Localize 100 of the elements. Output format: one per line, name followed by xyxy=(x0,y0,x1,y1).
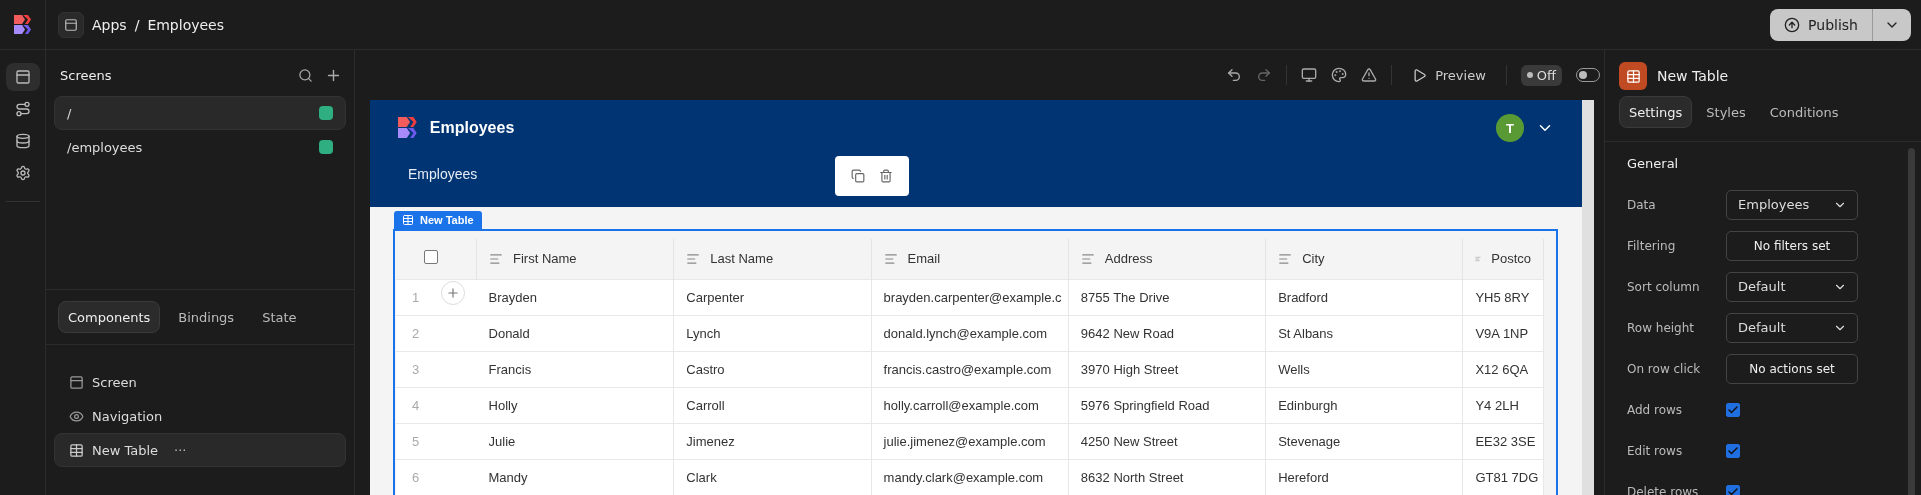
field-label: Data xyxy=(1627,197,1657,212)
field-label: Row height xyxy=(1627,320,1696,335)
preview-button[interactable]: Preview xyxy=(1406,66,1492,84)
field-label: Filtering xyxy=(1627,238,1677,253)
sidebar-nav-button[interactable] xyxy=(5,63,40,91)
table-cell: 9642 New Road xyxy=(1068,315,1266,351)
route-icon xyxy=(14,101,31,117)
table-cell: holly.carroll@example.com xyxy=(871,387,1069,423)
row-number: 6 xyxy=(396,459,477,495)
warning-icon[interactable] xyxy=(1361,67,1378,83)
text-column-icon xyxy=(489,251,503,266)
field-label: Edit rows xyxy=(1627,443,1684,458)
column-header[interactable]: Email xyxy=(871,239,1069,279)
column-header[interactable]: City xyxy=(1265,239,1463,279)
logo-icon xyxy=(398,117,418,139)
table-cell: Wells xyxy=(1265,351,1463,387)
table-cell: 4250 New Street xyxy=(1068,423,1266,459)
state-label: Off xyxy=(1536,67,1556,83)
column-header[interactable]: Postco xyxy=(1462,239,1544,279)
eye-icon xyxy=(69,408,84,424)
table-cell: Castro xyxy=(673,351,872,387)
checkbox[interactable] xyxy=(1726,484,1740,495)
table-cell: Mandy xyxy=(476,459,674,495)
select-all-checkbox[interactable] xyxy=(424,250,438,265)
table-cell: Julie xyxy=(476,423,674,459)
palette-icon[interactable] xyxy=(1331,67,1348,83)
search-icon[interactable] xyxy=(298,67,313,83)
table-cell: St Albans xyxy=(1265,315,1463,351)
table-cell: francis.castro@example.com xyxy=(871,351,1069,387)
component-tag: New Table xyxy=(394,211,482,229)
field-label: Sort column xyxy=(1627,279,1701,294)
table-cell: Francis xyxy=(476,351,674,387)
table-cell: Donald xyxy=(476,315,674,351)
play-icon xyxy=(1412,67,1428,83)
duplicate-icon[interactable] xyxy=(851,169,865,183)
more-menu[interactable]: ··· xyxy=(174,442,187,458)
logo-icon xyxy=(13,14,32,35)
action-button[interactable]: No actions set xyxy=(1726,353,1858,384)
inspector-tab[interactable]: Styles xyxy=(1696,96,1756,128)
panel-tab[interactable]: State xyxy=(252,301,307,333)
component-item[interactable]: New Table ··· xyxy=(54,433,346,467)
field-label: Add rows xyxy=(1627,402,1684,417)
redo-icon[interactable] xyxy=(1256,67,1273,83)
table-cell: X12 6QA xyxy=(1462,351,1544,387)
table-cell: GT81 7DG xyxy=(1462,459,1544,495)
field-label: Delete rows xyxy=(1627,484,1700,495)
column-header[interactable]: First Name xyxy=(476,239,674,279)
plus-icon xyxy=(446,286,460,300)
screen-icon xyxy=(14,69,31,85)
delete-icon[interactable] xyxy=(879,169,893,183)
checkbox[interactable] xyxy=(1726,402,1740,417)
table-cell: Hereford xyxy=(1265,459,1463,495)
select-field[interactable]: Default xyxy=(1726,271,1858,302)
row-number: 5 xyxy=(396,423,477,459)
table-cell: Y4 2LH xyxy=(1462,387,1544,423)
table-cell: V9A 1NP xyxy=(1462,315,1544,351)
text-column-icon xyxy=(686,251,701,266)
table-cell: 3970 High Street xyxy=(1068,351,1266,387)
table-cell: EE32 3SE xyxy=(1462,423,1544,459)
table-cell: mandy.clark@example.com xyxy=(871,459,1069,495)
table-cell: donald.lynch@example.com xyxy=(871,315,1069,351)
action-button[interactable]: No filters set xyxy=(1726,230,1858,261)
component-label: New Table xyxy=(92,442,159,458)
monitor-icon[interactable] xyxy=(1301,67,1318,83)
panel-tab[interactable]: Components xyxy=(58,301,161,333)
screen-button[interactable] xyxy=(58,11,84,38)
panel-tab[interactable]: Bindings xyxy=(168,301,245,333)
undo-icon[interactable] xyxy=(1226,67,1243,83)
component-label: Navigation xyxy=(92,408,163,424)
nav-link[interactable]: Employees xyxy=(398,166,1554,182)
table-cell: YH5 8RY xyxy=(1462,279,1544,315)
row-number: 3 xyxy=(396,351,477,387)
breadcrumb-link[interactable]: Apps xyxy=(92,16,127,33)
text-column-icon xyxy=(1278,251,1293,266)
table-cell: 8755 The Drive xyxy=(1068,279,1266,315)
component-item[interactable]: Screen xyxy=(54,365,346,399)
text-column-icon xyxy=(1080,251,1095,266)
select-field[interactable]: Default xyxy=(1726,312,1858,343)
route-list-item[interactable]: /employees xyxy=(54,130,346,164)
column-header[interactable]: Last Name xyxy=(673,239,872,279)
inspector-tab[interactable]: Conditions xyxy=(1759,96,1849,128)
select-field[interactable]: Employees xyxy=(1726,189,1858,220)
table-cell: brayden.carpenter@example.c xyxy=(871,279,1069,315)
table-cell: Stevenage xyxy=(1265,423,1463,459)
screen-path: /employees xyxy=(67,139,144,155)
checkbox[interactable] xyxy=(1726,443,1740,458)
table-cell: Edinburgh xyxy=(1265,387,1463,423)
row-number: 4 xyxy=(396,387,477,423)
component-item[interactable]: Navigation xyxy=(54,399,346,433)
scrollbar[interactable] xyxy=(1908,148,1915,495)
inspector-tab[interactable]: Settings xyxy=(1619,96,1693,128)
table-cell: Brayden xyxy=(476,279,674,315)
table-cell: Carpenter xyxy=(673,279,872,315)
upload-icon xyxy=(1784,16,1801,33)
database-icon xyxy=(14,133,31,149)
route-list-item[interactable]: / xyxy=(54,96,346,130)
screen-icon xyxy=(69,374,84,390)
column-header[interactable]: Address xyxy=(1068,239,1266,279)
screen-icon xyxy=(64,17,78,32)
table-cell: 5976 Springfield Road xyxy=(1068,387,1266,423)
